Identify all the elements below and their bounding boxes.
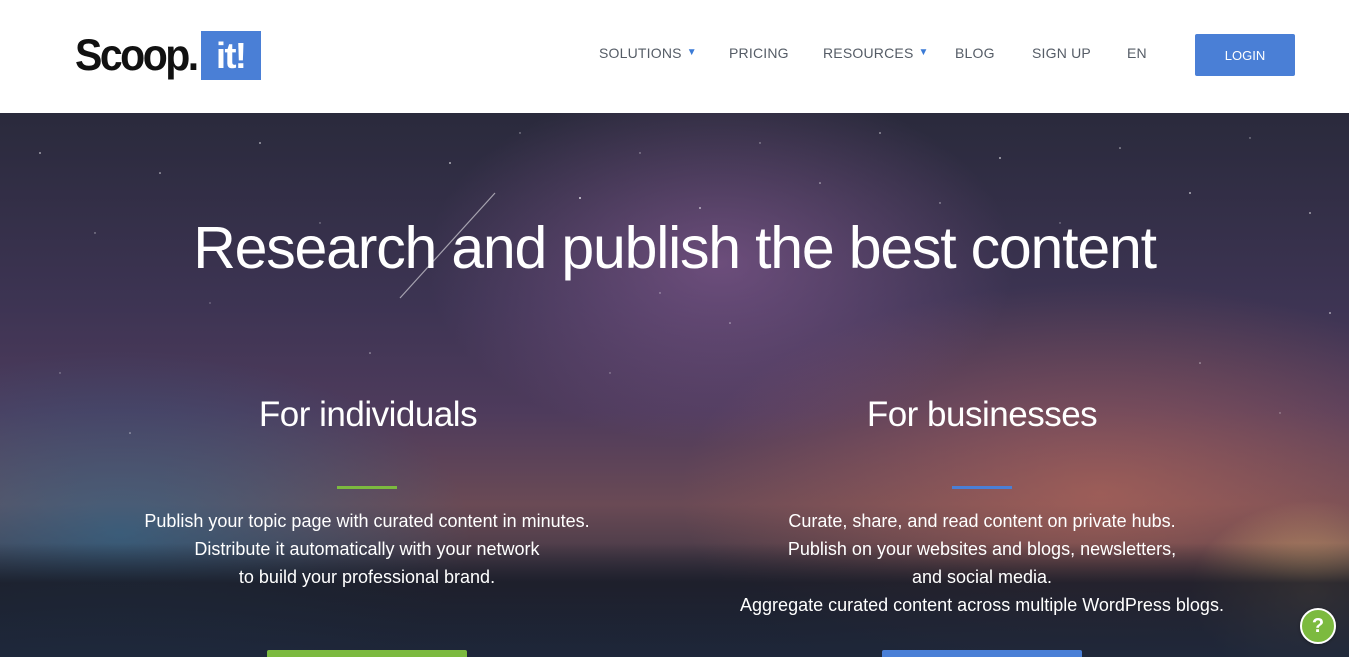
- individuals-divider: [337, 486, 397, 489]
- individuals-line-3: to build your professional brand.: [238, 567, 496, 587]
- nav-pricing[interactable]: PRICING: [729, 45, 789, 61]
- individuals-line-2: Distribute it automatically with your ne…: [194, 539, 540, 559]
- nav-solutions-label: SOLUTIONS: [599, 45, 682, 61]
- businesses-divider: [952, 486, 1012, 489]
- businesses-line-3: and social media.: [911, 567, 1053, 587]
- nav-language-label: EN: [1127, 45, 1147, 61]
- businesses-line-1: Curate, share, and read content on priva…: [788, 511, 1176, 531]
- main-nav: SOLUTIONS ▼ PRICING RESOURCES ▼ BLOG SIG…: [0, 45, 1349, 65]
- nav-sign-up[interactable]: SIGN UP: [1032, 45, 1091, 61]
- individuals-title: For individuals: [258, 395, 478, 434]
- nav-blog[interactable]: BLOG: [955, 45, 995, 61]
- nav-language[interactable]: EN: [1127, 45, 1147, 61]
- nav-resources-label: RESOURCES: [823, 45, 914, 61]
- site-header: Scoop. it! SOLUTIONS ▼ PRICING RESOURCES…: [0, 0, 1349, 113]
- hero-section: Research and publish the best content Fo…: [0, 113, 1349, 657]
- caret-down-icon: ▼: [918, 46, 929, 58]
- individuals-cta-button[interactable]: [267, 650, 467, 657]
- caret-down-icon: ▼: [686, 46, 697, 58]
- nav-sign-up-label: SIGN UP: [1032, 45, 1091, 61]
- hero-title: Research and publish the best content: [193, 215, 1157, 281]
- businesses-title: For businesses: [866, 395, 1098, 434]
- login-button[interactable]: LOGIN: [1195, 34, 1295, 76]
- help-button[interactable]: ?: [1300, 608, 1336, 644]
- businesses-description: Curate, share, and read content on priva…: [662, 507, 1302, 619]
- nav-pricing-label: PRICING: [729, 45, 789, 61]
- businesses-line-2: Publish on your websites and blogs, news…: [787, 539, 1177, 559]
- nav-solutions[interactable]: SOLUTIONS ▼: [599, 45, 697, 61]
- nav-blog-label: BLOG: [955, 45, 995, 61]
- businesses-cta-button[interactable]: [882, 650, 1082, 657]
- nav-resources[interactable]: RESOURCES ▼: [823, 45, 929, 61]
- businesses-line-4: Aggregate curated content across multipl…: [740, 595, 1224, 615]
- individuals-line-1: Publish your topic page with curated con…: [144, 511, 590, 531]
- question-icon: ?: [1311, 614, 1325, 637]
- individuals-description: Publish your topic page with curated con…: [47, 507, 687, 591]
